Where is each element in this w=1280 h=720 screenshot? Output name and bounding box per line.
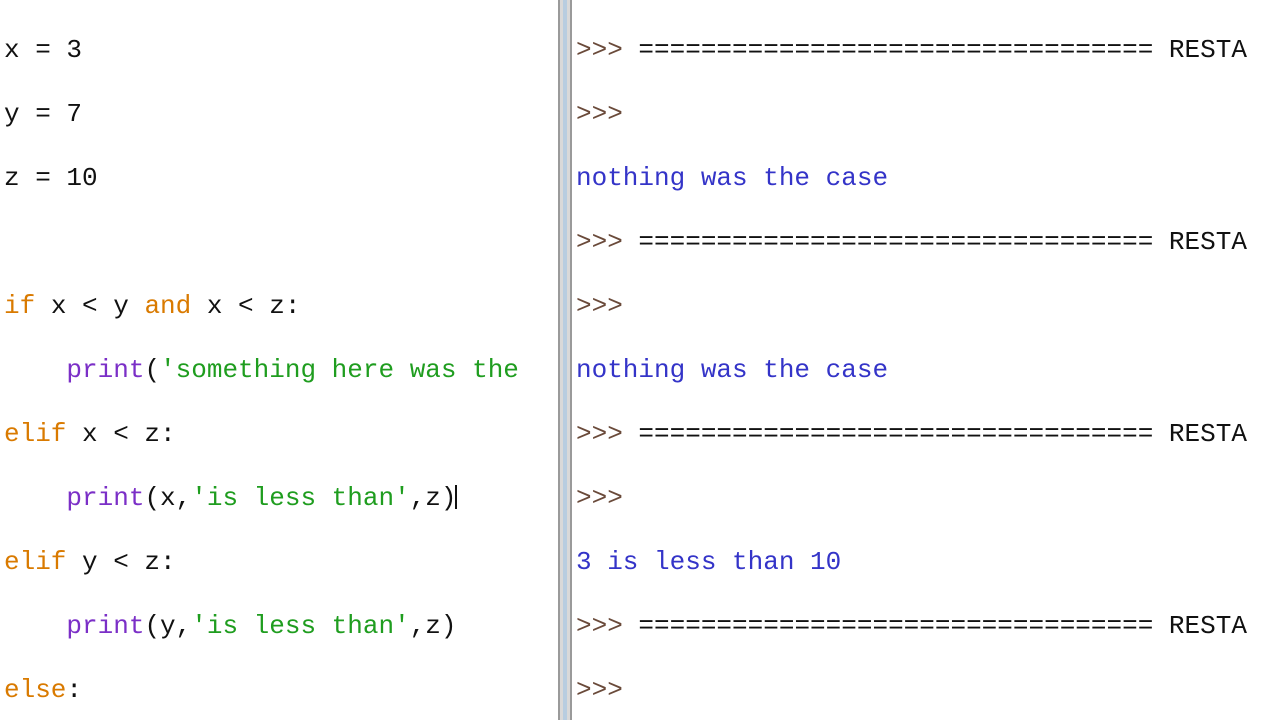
code-line: y = 7 <box>4 98 558 130</box>
shell-line: >>> <box>576 98 1280 130</box>
shell-line: >>> ================================= RE… <box>576 34 1280 66</box>
shell-line: >>> ================================= RE… <box>576 610 1280 642</box>
shell-output: nothing was the case <box>576 354 1280 386</box>
code-line: print(y,'is less than',z) <box>4 610 558 642</box>
code-line: z = 10 <box>4 162 558 194</box>
code-line: elif x < z: <box>4 418 558 450</box>
shell-line: >>> <box>576 482 1280 514</box>
code-line: print('something here was the <box>4 354 558 386</box>
text-cursor <box>455 485 457 509</box>
code-line <box>4 226 558 258</box>
code-line: else: <box>4 674 558 706</box>
shell-line: >>> ================================= RE… <box>576 226 1280 258</box>
shell-line: >>> <box>576 674 1280 706</box>
code-line: if x < y and x < z: <box>4 290 558 322</box>
shell-output: nothing was the case <box>576 162 1280 194</box>
code-editor-pane[interactable]: x = 3 y = 7 z = 10 if x < y and x < z: p… <box>0 0 558 720</box>
shell-line: >>> ================================= RE… <box>576 418 1280 450</box>
code-line: x = 3 <box>4 34 558 66</box>
pane-splitter[interactable] <box>558 0 572 720</box>
shell-pane[interactable]: >>> ================================= RE… <box>572 0 1280 720</box>
code-line: print(x,'is less than',z) <box>4 482 558 514</box>
code-line: elif y < z: <box>4 546 558 578</box>
shell-output: 3 is less than 10 <box>576 546 1280 578</box>
shell-line: >>> <box>576 290 1280 322</box>
